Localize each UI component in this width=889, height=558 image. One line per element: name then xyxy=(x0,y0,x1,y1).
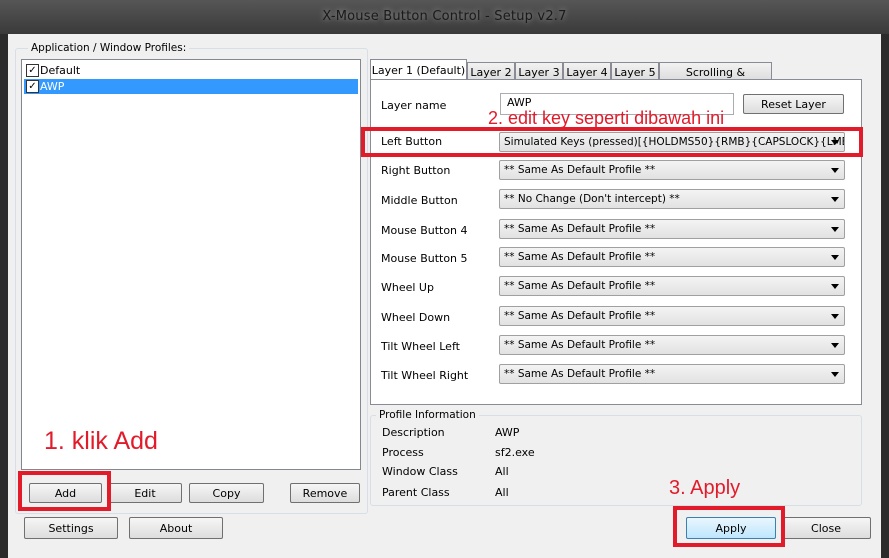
wheel-up-select[interactable]: ** Same As Default Profile ** xyxy=(499,276,845,296)
checkbox-default[interactable]: ✓ xyxy=(26,64,39,77)
layer-name-label: Layer name xyxy=(381,99,447,112)
info-description-label: Description xyxy=(382,426,445,439)
mouse-button-4-label: Mouse Button 4 xyxy=(381,224,468,237)
wheel-down-label: Wheel Down xyxy=(381,311,451,324)
middle-button-select[interactable]: ** No Change (Don't intercept) ** xyxy=(499,189,845,209)
info-window-class-value: All xyxy=(495,465,509,478)
wheel-down-select[interactable]: ** Same As Default Profile ** xyxy=(499,306,845,326)
highlight-apply-box xyxy=(673,506,785,547)
chevron-down-icon xyxy=(831,255,839,260)
mouse-button-5-label: Mouse Button 5 xyxy=(381,252,468,265)
list-item-label: AWP xyxy=(40,80,65,93)
window-title: X-Mouse Button Control - Setup v2.7 xyxy=(322,9,567,24)
info-process-value: sf2.exe xyxy=(495,446,535,459)
select-value: ** Same As Default Profile ** xyxy=(504,280,656,292)
wheel-up-label: Wheel Up xyxy=(381,281,434,294)
profiles-group-label: Application / Window Profiles: xyxy=(28,42,190,54)
highlight-add-box xyxy=(18,471,111,511)
select-value: ** Same As Default Profile ** xyxy=(504,223,656,235)
tilt-wheel-right-select[interactable]: ** Same As Default Profile ** xyxy=(499,364,845,384)
mouse-button-4-select[interactable]: ** Same As Default Profile ** xyxy=(499,219,845,239)
highlight-left-button-box xyxy=(361,127,863,157)
about-button[interactable]: About xyxy=(129,517,223,539)
chevron-down-icon xyxy=(831,284,839,289)
info-parent-class-label: Parent Class xyxy=(382,486,450,499)
middle-button-label: Middle Button xyxy=(381,194,458,207)
mouse-button-5-select[interactable]: ** Same As Default Profile ** xyxy=(499,247,845,267)
select-value: ** Same As Default Profile ** xyxy=(504,339,656,351)
select-value: ** No Change (Don't intercept) ** xyxy=(504,193,680,205)
right-button-label: Right Button xyxy=(381,164,451,177)
chevron-down-icon xyxy=(831,343,839,348)
tilt-wheel-right-label: Tilt Wheel Right xyxy=(381,369,469,382)
select-value: ** Same As Default Profile ** xyxy=(504,251,656,263)
tilt-wheel-left-select[interactable]: ** Same As Default Profile ** xyxy=(499,335,845,355)
list-item-awp[interactable]: ✓ AWP xyxy=(24,79,358,94)
chevron-down-icon xyxy=(831,227,839,232)
copy-button[interactable]: Copy xyxy=(189,483,264,503)
chevron-down-icon xyxy=(831,372,839,377)
chevron-down-icon xyxy=(831,168,839,173)
profiles-list[interactable]: ✓ Default ✓ AWP xyxy=(21,59,361,470)
checkbox-awp[interactable]: ✓ xyxy=(26,80,39,93)
list-item-default[interactable]: ✓ Default xyxy=(24,63,358,78)
select-value: ** Same As Default Profile ** xyxy=(504,368,656,380)
info-description-value: AWP xyxy=(495,426,520,439)
annotation-step-1: 1. klik Add xyxy=(44,427,158,455)
info-parent-class-value: All xyxy=(495,486,509,499)
settings-button[interactable]: Settings xyxy=(24,517,118,539)
select-value: ** Same As Default Profile ** xyxy=(504,164,656,176)
select-value: ** Same As Default Profile ** xyxy=(504,310,656,322)
annotation-step-3: 3. Apply xyxy=(669,477,741,499)
title-bar: X-Mouse Button Control - Setup v2.7 xyxy=(0,0,889,34)
chevron-down-icon xyxy=(831,197,839,202)
right-button-select[interactable]: ** Same As Default Profile ** xyxy=(499,160,845,180)
info-window-class-label: Window Class xyxy=(382,465,458,478)
list-item-label: Default xyxy=(40,64,81,77)
profile-info-group-label: Profile Information xyxy=(376,409,479,421)
remove-button[interactable]: Remove xyxy=(290,483,360,503)
annotation-step-2: 2. edit key seperti dibawah ini xyxy=(488,108,725,128)
close-button[interactable]: Close xyxy=(781,517,871,539)
tab-layer-1[interactable]: Layer 1 (Default) xyxy=(370,59,467,81)
edit-button[interactable]: Edit xyxy=(108,483,182,503)
chevron-down-icon xyxy=(831,314,839,319)
reset-layer-button[interactable]: Reset Layer xyxy=(743,94,844,114)
tilt-wheel-left-label: Tilt Wheel Left xyxy=(381,340,460,353)
info-process-label: Process xyxy=(382,446,424,459)
